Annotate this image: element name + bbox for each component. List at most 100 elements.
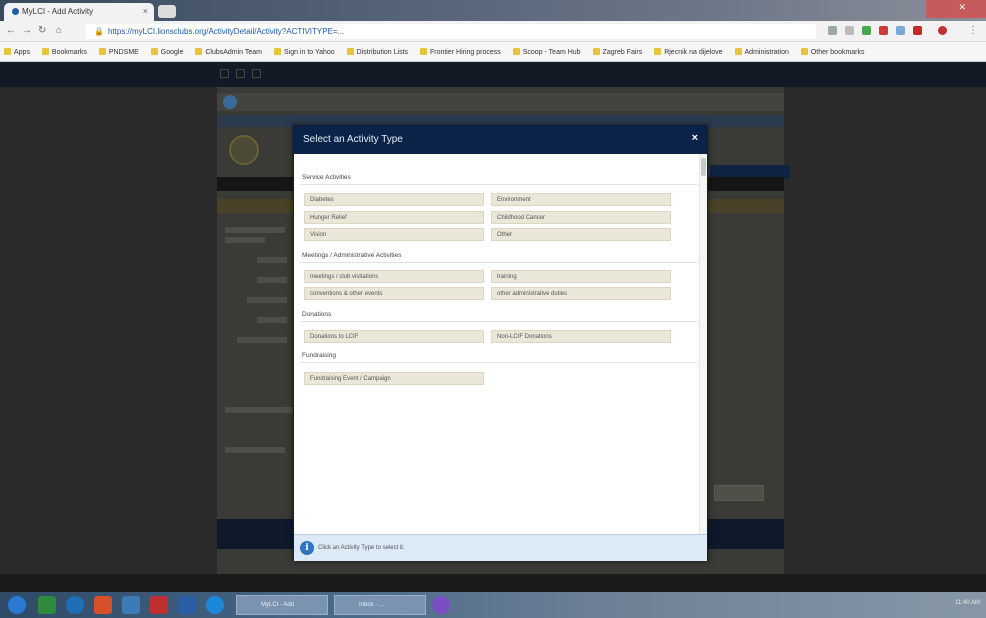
form-label (237, 337, 287, 343)
extension-icon[interactable] (879, 26, 888, 35)
extension-icon[interactable] (845, 26, 854, 35)
activity-type-modal: Select an Activity Type × Service Activi… (293, 125, 708, 561)
url-text: https://myLCI.lionsclubs.org/ActivityDet… (107, 27, 345, 36)
section-divider (300, 262, 698, 263)
viber-icon[interactable] (432, 596, 450, 614)
activity-diabetes-button[interactable]: Diabetes (304, 193, 484, 206)
activity-lcif-donations-button[interactable]: Donations to LCIF (304, 330, 484, 343)
activity-admin-duties-button[interactable]: other administrative duties (491, 287, 671, 300)
activity-non-lcif-donations-button[interactable]: Non-LCIF Donations (491, 330, 671, 343)
bookmark-item[interactable]: Scoop - Team Hub (512, 48, 581, 56)
start-icon[interactable] (8, 596, 26, 614)
bookmark-item[interactable]: Bookmarks (41, 48, 87, 56)
bookmark-item[interactable]: Rjecnik na dijelove (654, 48, 723, 56)
modal-footer: i Click an Activity Type to select it. (294, 534, 707, 561)
powerpoint-icon[interactable] (94, 596, 112, 614)
modal-header: Select an Activity Type × (294, 126, 707, 154)
footer-hint: Click an Activity Type to select it. (318, 545, 405, 551)
activity-vision-button[interactable]: Vision (304, 228, 484, 241)
lions-logo (229, 135, 259, 165)
taskbar-item-outlook[interactable]: Inbox - ... (334, 595, 426, 615)
close-tab-icon[interactable]: × (143, 6, 148, 16)
bookmark-item[interactable]: Sign in to Yahoo (273, 48, 335, 56)
back-icon[interactable]: ← (6, 25, 16, 36)
folder-icon (512, 48, 520, 55)
nav-icon (236, 69, 245, 78)
nav-icon (252, 69, 261, 78)
folder-icon (419, 48, 427, 55)
clock[interactable]: 11:40 AM (955, 600, 980, 606)
bookmark-item[interactable]: ClubsAdmin Team (195, 48, 262, 56)
scroll-thumb[interactable] (701, 158, 706, 176)
extension-icon[interactable] (896, 26, 905, 35)
url-input[interactable]: 🔒 https://myLCI.lionsclubs.org/ActivityDe… (86, 24, 816, 39)
lions-favicon-icon (12, 8, 19, 15)
section-title-fundraising: Fundraising (302, 352, 336, 359)
edge-icon[interactable] (206, 596, 224, 614)
form-label (225, 237, 265, 243)
bookmarks-bar: Apps Bookmarks PNDSME Google ClubsAdmin … (0, 42, 986, 62)
new-tab-button[interactable] (158, 5, 176, 18)
chrome-icon[interactable] (66, 596, 84, 614)
modal-scrollbar[interactable] (699, 154, 707, 534)
lock-icon: 🔒 (94, 27, 104, 36)
section-title-meetings: Meetings / Administrative Activities (302, 252, 402, 259)
bookmark-item[interactable]: Zagreb Fairs (592, 48, 642, 56)
bookmark-item[interactable]: Administration (734, 48, 789, 56)
site-top-nav (0, 62, 986, 87)
form-label (225, 447, 285, 453)
bookmark-item[interactable]: Apps (4, 48, 30, 56)
activity-other-button[interactable]: Other (491, 228, 671, 241)
notice-bar (217, 93, 784, 111)
bookmark-item[interactable]: Google (150, 48, 183, 56)
home-icon[interactable]: ⌂ (56, 25, 62, 36)
activity-fundraising-button[interactable]: Fundraising Event / Campaign (304, 372, 484, 385)
close-window-icon[interactable]: ✕ (958, 2, 966, 13)
bookmark-item[interactable]: Other bookmarks (800, 48, 865, 56)
yahoo-icon (273, 48, 281, 55)
section-divider (300, 184, 698, 185)
activity-conventions-button[interactable]: conventions & other events (304, 287, 484, 300)
app-icon[interactable] (150, 596, 168, 614)
activity-meetings-button[interactable]: meetings / club visitations (304, 270, 484, 283)
activity-hunger-relief-button[interactable]: Hunger Relief (304, 211, 484, 224)
menu-icon[interactable]: ⋮ (968, 25, 978, 36)
browser-tab-bar: MyLCI - Add Activity × ✕ (0, 0, 986, 21)
bookmark-item[interactable]: PNDSME (98, 48, 139, 56)
bookmark-item[interactable]: Frontier Hiring process (419, 48, 501, 56)
forward-icon[interactable]: → (22, 25, 32, 36)
tab-title: MyLCI - Add Activity (22, 7, 94, 16)
info-icon (223, 95, 237, 109)
google-icon (150, 48, 158, 55)
modal-body: Service Activities Diabetes Environment … (294, 154, 707, 534)
activity-environment-button[interactable]: Environment (491, 193, 671, 206)
close-icon[interactable]: × (692, 132, 698, 144)
extension-icon[interactable] (913, 26, 922, 35)
form-label (257, 257, 287, 263)
reload-icon[interactable]: ↻ (38, 25, 46, 36)
section-divider (300, 362, 698, 363)
taskbar-item-browser[interactable]: MyLCI - Add (236, 595, 328, 615)
activity-childhood-cancer-button[interactable]: Childhood Cancer (491, 211, 671, 224)
section-title-service: Service Activities (302, 174, 351, 181)
site-icon (592, 48, 600, 55)
extension-icon[interactable] (938, 26, 947, 35)
bookmark-item[interactable]: Distribution Lists (346, 48, 408, 56)
browser-tab[interactable]: MyLCI - Add Activity × (4, 3, 154, 21)
window-controls[interactable]: ✕ (926, 0, 986, 18)
file-explorer-icon[interactable] (122, 596, 140, 614)
section-divider (300, 321, 698, 322)
form-label (225, 407, 295, 413)
nav-icon (220, 69, 229, 78)
info-icon: i (300, 541, 314, 555)
activity-training-button[interactable]: training (491, 270, 671, 283)
extension-icon[interactable] (828, 26, 837, 35)
word-icon[interactable] (178, 596, 196, 614)
folder-icon (98, 48, 106, 55)
modal-title: Select an Activity Type (303, 134, 403, 145)
form-label (225, 227, 285, 233)
form-label (257, 317, 287, 323)
excel-icon[interactable] (38, 596, 56, 614)
extension-icon[interactable] (862, 26, 871, 35)
form-label (247, 297, 287, 303)
